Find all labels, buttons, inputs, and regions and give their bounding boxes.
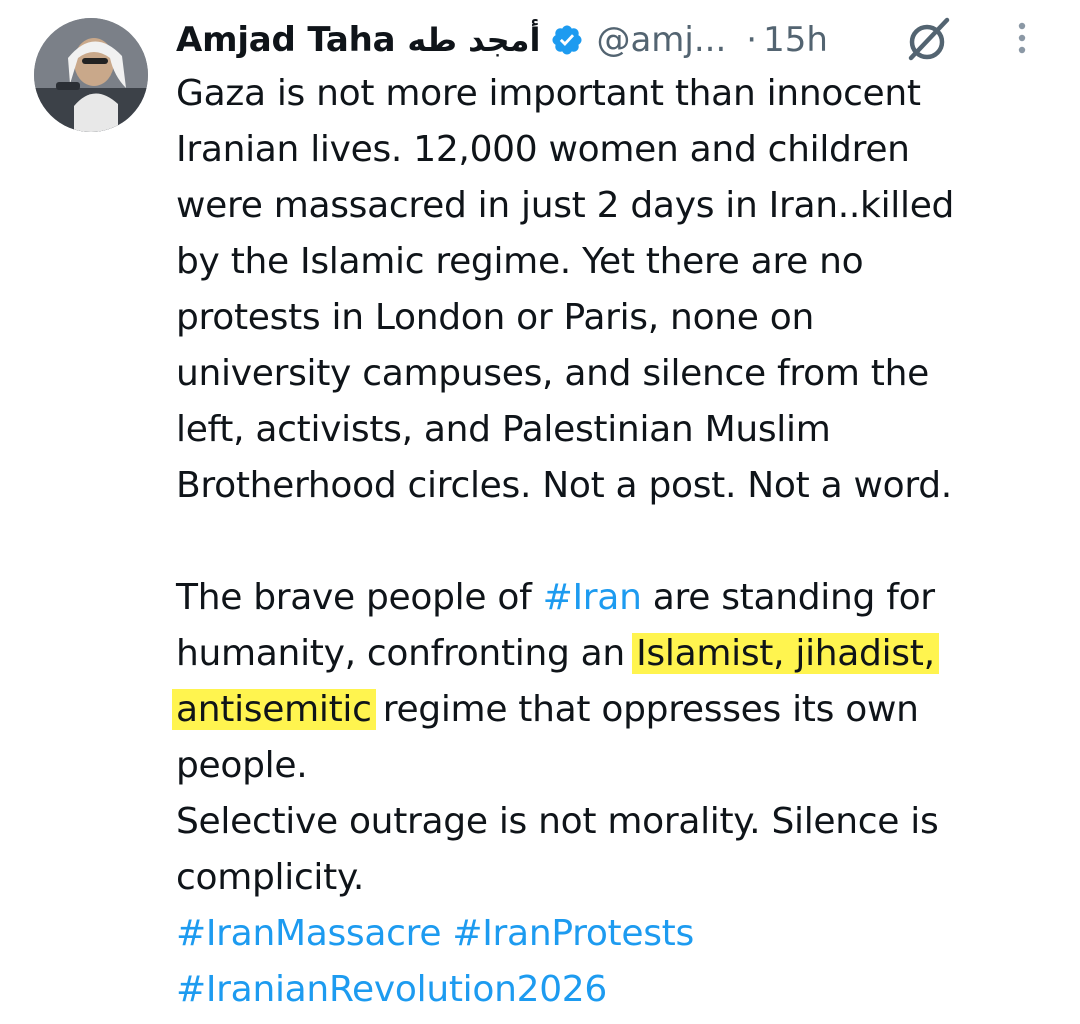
highlighted-text: antisemitic [172,689,376,730]
text-line: university campuses, and silence from th… [176,353,929,394]
hashtag-line: #IranianRevolution2026 [176,962,1056,1018]
hashtag-link[interactable]: #Iran [543,577,642,618]
text-line: were massacred in just 2 days in Iran..k… [176,185,955,226]
tweet-text: Gaza is not more important than innocent… [172,66,1056,1018]
text-line: Selective outrage is not morality. Silen… [176,801,939,842]
text-line: Brotherhood circles. Not a post. Not a w… [176,465,952,506]
author-handle[interactable]: @amj... [596,20,726,60]
text-segment: regime that oppresses its own [371,689,919,730]
text-line: left, activists, and Palestinian Muslim [176,409,831,450]
highlighted-text: Islamist, jihadist, [632,633,939,674]
grok-icon[interactable] [903,14,955,66]
separator-dot: · [746,20,758,60]
tweet-timestamp[interactable]: 15h [763,20,828,60]
text-line: humanity, confronting an Islamist, jihad… [176,626,1056,682]
text-line: The brave people of #Iran are standing f… [176,570,1056,626]
more-options-icon[interactable] [1006,18,1038,58]
author-arabic-name[interactable]: أمجد طه [407,21,540,59]
text-segment: humanity, confronting an [176,633,637,674]
text-line: protests in London or Paris, none on [176,297,815,338]
text-line: Iranian lives. 12,000 women and children [176,129,910,170]
avatar[interactable] [34,18,148,132]
text-line: people. [176,745,308,786]
text-line: Gaza is not more important than innocent [176,73,921,114]
verified-badge-icon [552,25,582,55]
text-line: by the Islamic regime. Yet there are no [176,241,864,282]
avatar-image [34,18,148,132]
hashtag-link[interactable]: #IranProtests [452,913,694,954]
author-display-name[interactable]: Amjad Taha [176,20,396,60]
hashtag-line: #IranMassacre #IranProtests [176,906,1056,962]
text-line: antisemitic regime that oppresses its ow… [172,682,1056,738]
hashtag-link[interactable]: #IranianRevolution2026 [176,969,607,1010]
text-segment: are standing for [641,577,935,618]
tweet-header: Amjad Taha أمجد طه @amj... · 15h [176,14,828,66]
hashtag-link[interactable]: #IranMassacre [176,913,442,954]
text-segment: The brave people of [176,577,543,618]
text-line: complicity. [176,857,364,898]
